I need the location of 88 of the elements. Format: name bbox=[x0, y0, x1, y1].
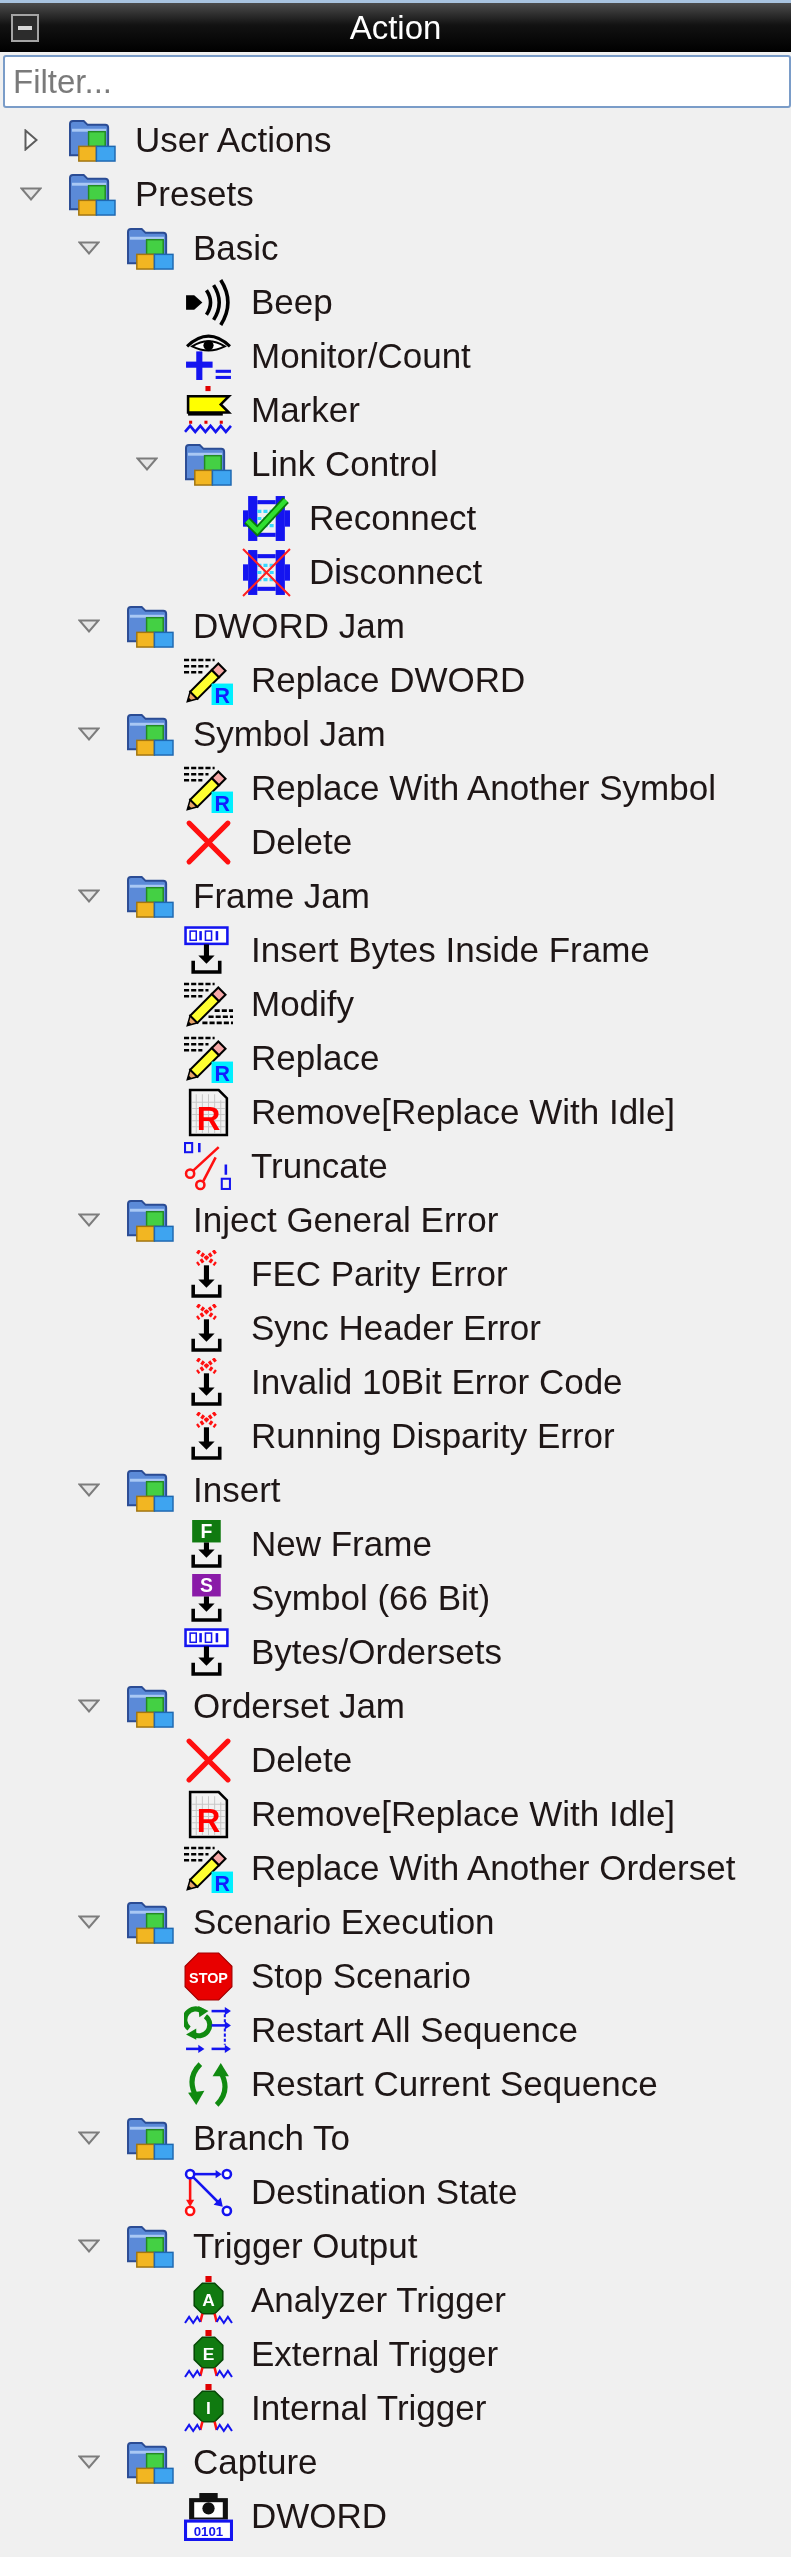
tree-item-label[interactable]: Symbol (66 Bit) bbox=[251, 1578, 491, 1618]
tree-item-label[interactable]: Monitor/Count bbox=[251, 336, 471, 376]
folder-icon bbox=[68, 117, 117, 163]
caret-down-icon[interactable] bbox=[78, 1213, 100, 1227]
tree-item-label[interactable]: Replace With Another Orderset bbox=[251, 1848, 736, 1888]
folder-icon bbox=[184, 441, 233, 487]
tree-item-label[interactable]: Reconnect bbox=[309, 498, 477, 538]
flag-icon bbox=[184, 385, 233, 435]
folder-icon bbox=[126, 1683, 175, 1729]
tree-item-label[interactable]: FEC Parity Error bbox=[251, 1254, 508, 1294]
tree-item-label[interactable]: Delete bbox=[251, 1740, 353, 1780]
tree-item-label[interactable]: Restart All Sequence bbox=[251, 2010, 578, 2050]
minimize-button[interactable] bbox=[11, 13, 39, 42]
tree-item-label[interactable]: Stop Scenario bbox=[251, 1956, 471, 1996]
tree-item-label[interactable]: Invalid 10Bit Error Code bbox=[251, 1362, 623, 1402]
tree-item-label[interactable]: Internal Trigger bbox=[251, 2388, 487, 2428]
caret-down-icon[interactable] bbox=[78, 1699, 100, 1713]
caret-down-icon[interactable] bbox=[78, 241, 100, 255]
tree-item-label[interactable]: Destination State bbox=[251, 2172, 518, 2212]
tree-item-label[interactable]: Replace With Another Symbol bbox=[251, 768, 716, 808]
caret-right-icon[interactable] bbox=[24, 129, 38, 151]
scissors-icon bbox=[184, 1141, 233, 1191]
cross-icon bbox=[184, 817, 233, 867]
connector-cross-icon bbox=[242, 547, 291, 597]
eye-plus-icon bbox=[184, 331, 233, 381]
folder-icon bbox=[126, 2115, 175, 2161]
refresh-arrows-icon bbox=[184, 2005, 233, 2055]
tree-item-label[interactable]: Presets bbox=[135, 174, 254, 214]
tree-item-label[interactable]: Capture bbox=[193, 2442, 318, 2482]
filter-field[interactable]: Filter... bbox=[3, 55, 791, 108]
tree-item-label[interactable]: Link Control bbox=[251, 444, 438, 484]
tree-item-label[interactable]: Truncate bbox=[251, 1146, 388, 1186]
speaker-icon bbox=[184, 277, 233, 327]
stop-sign-icon: STOP bbox=[184, 1951, 233, 2001]
caret-down-icon[interactable] bbox=[78, 1483, 100, 1497]
caret-down-icon[interactable] bbox=[20, 187, 42, 201]
tree-item-label[interactable]: Scenario Execution bbox=[193, 1902, 495, 1942]
folder-icon bbox=[126, 603, 175, 649]
caret-down-icon[interactable] bbox=[78, 619, 100, 633]
tree-item-label[interactable]: Branch To bbox=[193, 2118, 350, 2158]
caret-down-icon[interactable] bbox=[78, 2455, 100, 2469]
folder-icon bbox=[126, 2223, 175, 2269]
tree-item-label[interactable]: Replace DWORD bbox=[251, 660, 526, 700]
folder-icon bbox=[126, 711, 175, 757]
tree-item-label[interactable]: Beep bbox=[251, 282, 333, 322]
folder-icon bbox=[126, 873, 175, 919]
tree-item-label[interactable]: Inject General Error bbox=[193, 1200, 499, 1240]
caret-down-icon[interactable] bbox=[78, 2131, 100, 2145]
caret-down-icon[interactable] bbox=[78, 2239, 100, 2253]
node-graph-icon bbox=[184, 2167, 233, 2217]
tree-item-label[interactable]: Insert Bytes Inside Frame bbox=[251, 930, 650, 970]
caret-down-icon[interactable] bbox=[78, 889, 100, 903]
tree-item-label[interactable]: Basic bbox=[193, 228, 279, 268]
connector-check-icon bbox=[242, 493, 291, 543]
tree-item-label[interactable]: Trigger Output bbox=[193, 2226, 418, 2266]
tree-item-label[interactable]: Remove[Replace With Idle] bbox=[251, 1092, 676, 1132]
tree-item-label[interactable]: Bytes/Ordersets bbox=[251, 1632, 502, 1672]
tree-item-label[interactable]: Frame Jam bbox=[193, 876, 370, 916]
tree-item-label[interactable]: New Frame bbox=[251, 1524, 432, 1564]
tree-item-label[interactable]: Disconnect bbox=[309, 552, 483, 592]
folder-icon bbox=[126, 1899, 175, 1945]
tree-item-label[interactable]: Restart Current Sequence bbox=[251, 2064, 658, 2104]
folder-icon bbox=[126, 1197, 175, 1243]
tree-item-label[interactable]: Symbol Jam bbox=[193, 714, 386, 754]
caret-down-icon[interactable] bbox=[136, 457, 158, 471]
tree-item-label[interactable]: Delete bbox=[251, 822, 353, 862]
tree-item-label[interactable]: Orderset Jam bbox=[193, 1686, 405, 1726]
tree-item-label[interactable]: External Trigger bbox=[251, 2334, 499, 2374]
tree-item-label[interactable]: DWORD Jam bbox=[193, 606, 405, 646]
cross-icon bbox=[184, 1735, 233, 1785]
tree-item-label[interactable]: Modify bbox=[251, 984, 355, 1024]
minus-icon bbox=[18, 25, 32, 30]
tree-item-label[interactable]: Insert bbox=[193, 1470, 281, 1510]
tree-item-label[interactable]: User Actions bbox=[135, 120, 332, 160]
caret-down-icon[interactable] bbox=[78, 727, 100, 741]
tree-item-label[interactable]: Sync Header Error bbox=[251, 1308, 541, 1348]
folder-icon bbox=[126, 1467, 175, 1513]
tree-item-label[interactable]: Replace bbox=[251, 1038, 380, 1078]
caret-down-icon[interactable] bbox=[78, 1915, 100, 1929]
tree-item-label[interactable]: Remove[Replace With Idle] bbox=[251, 1794, 676, 1834]
tree-item-label[interactable]: DWORD bbox=[251, 2496, 388, 2536]
panel-title: Action bbox=[348, 11, 443, 44]
folder-icon bbox=[126, 2439, 175, 2485]
folder-icon bbox=[68, 171, 117, 217]
tree-item-label[interactable]: Running Disparity Error bbox=[251, 1416, 615, 1456]
folder-icon bbox=[126, 225, 175, 271]
tree-item-label[interactable]: Marker bbox=[251, 390, 360, 430]
tree-item-label[interactable]: Analyzer Trigger bbox=[251, 2280, 506, 2320]
